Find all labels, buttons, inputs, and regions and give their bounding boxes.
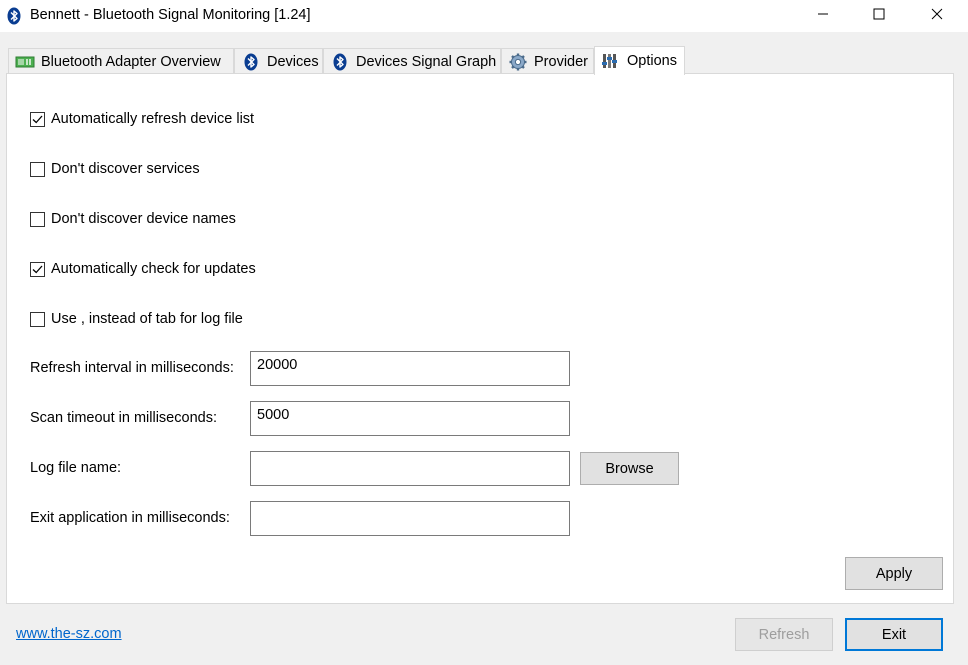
tab-provider[interactable]: Provider: [501, 48, 594, 74]
comma-separator-checkbox-row[interactable]: Use , instead of tab for log file: [30, 310, 243, 328]
tab-options[interactable]: Options: [594, 46, 685, 75]
exit-application-input[interactable]: [250, 501, 570, 536]
dont-discover-services-checkbox-row[interactable]: Don't discover services: [30, 160, 200, 178]
dont-discover-names-checkbox-row[interactable]: Don't discover device names: [30, 210, 236, 228]
comma-separator-checkbox[interactable]: [30, 311, 45, 327]
maximize-button[interactable]: [856, 0, 902, 32]
input-value: 20000: [257, 357, 298, 373]
scan-timeout-input[interactable]: 5000: [250, 401, 570, 436]
apply-button[interactable]: Apply: [845, 557, 943, 590]
tab-label: Bluetooth Adapter Overview: [41, 53, 221, 70]
adapter-card-icon: [15, 53, 35, 71]
tab-label: Provider: [534, 53, 588, 70]
maximize-icon: [873, 8, 885, 24]
close-button[interactable]: [914, 0, 960, 32]
checkbox-label: Automatically check for updates: [51, 261, 256, 277]
website-link[interactable]: www.the-sz.com: [16, 626, 122, 642]
refresh-interval-label: Refresh interval in milliseconds:: [30, 360, 234, 376]
tab-label: Devices: [267, 53, 319, 70]
checkbox-label: Use , instead of tab for log file: [51, 311, 243, 327]
log-file-label: Log file name:: [30, 460, 122, 476]
tab-devices[interactable]: Devices: [234, 48, 323, 74]
bluetooth-icon: [330, 53, 350, 71]
refresh-interval-input[interactable]: 20000: [250, 351, 570, 386]
bluetooth-icon: [241, 53, 261, 71]
tab-label: Options: [627, 53, 677, 69]
bluetooth-icon: [7, 7, 21, 25]
tab-label: Devices Signal Graph: [356, 53, 497, 70]
exit-application-label: Exit application in milliseconds:: [30, 510, 230, 526]
checkbox-label: Don't discover device names: [51, 211, 236, 227]
checkbox-label: Don't discover services: [51, 161, 200, 177]
scan-timeout-label: Scan timeout in milliseconds:: [30, 410, 217, 426]
auto-update-checkbox-row[interactable]: Automatically check for updates: [30, 260, 256, 278]
close-icon: [931, 8, 943, 24]
gear-icon: [508, 53, 528, 71]
checkbox-label: Automatically refresh device list: [51, 111, 255, 127]
log-file-input[interactable]: [250, 451, 570, 486]
window-title: Bennett - Bluetooth Signal Monitoring [1…: [30, 7, 311, 23]
dont-discover-names-checkbox[interactable]: [30, 211, 45, 227]
options-icon: [601, 52, 621, 70]
auto-update-checkbox[interactable]: [30, 261, 45, 277]
exit-button[interactable]: Exit: [845, 618, 943, 651]
browse-button[interactable]: Browse: [580, 452, 679, 485]
minimize-icon: [817, 8, 829, 24]
auto-refresh-checkbox-row[interactable]: Automatically refresh device list: [30, 110, 254, 128]
minimize-button[interactable]: [800, 0, 846, 32]
auto-refresh-checkbox[interactable]: [30, 111, 45, 127]
dont-discover-services-checkbox[interactable]: [30, 161, 45, 177]
input-value: 5000: [257, 407, 290, 423]
refresh-button[interactable]: Refresh: [735, 618, 833, 651]
tab-strip: Bluetooth Adapter Overview Devices Devic…: [0, 32, 968, 75]
tab-bluetooth-adapter-overview[interactable]: Bluetooth Adapter Overview: [8, 48, 234, 74]
tab-devices-signal-graph[interactable]: Devices Signal Graph: [323, 48, 501, 74]
title-bar: Bennett - Bluetooth Signal Monitoring [1…: [0, 0, 968, 32]
